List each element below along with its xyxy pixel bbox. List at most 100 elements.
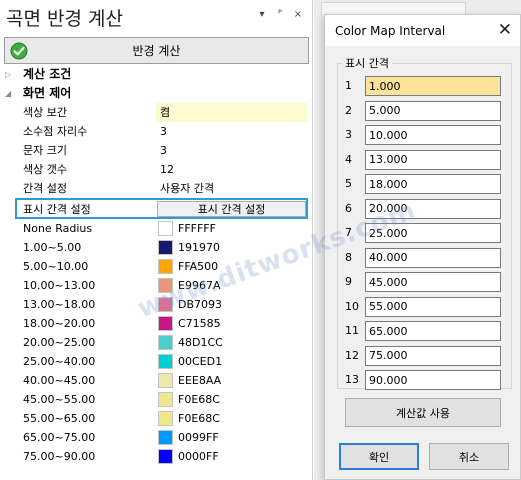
interval-input[interactable] [365, 100, 501, 121]
color-row[interactable]: 18.00~20.00 C71585 [0, 314, 313, 333]
property-row[interactable]: 간격 설정 사용자 간격 [0, 179, 313, 198]
color-hex-value[interactable]: 00CED1 [156, 352, 307, 371]
expand-triangle-icon[interactable]: ▷ [5, 65, 11, 84]
color-row[interactable]: 65.00~75.00 0099FF [0, 428, 313, 447]
property-value[interactable]: 사용자 간격 [156, 179, 307, 198]
color-row[interactable]: 45.00~55.00 F0E68C [0, 390, 313, 409]
interval-row: 6 [339, 198, 509, 219]
close-icon[interactable]: × [291, 9, 305, 20]
color-row[interactable]: 20.00~25.00 48D1CC [0, 333, 313, 352]
color-hex-value[interactable]: FFFFFF [156, 219, 307, 238]
color-range-label: 20.00~25.00 [23, 336, 96, 349]
color-hex-value[interactable]: F0E68C [156, 409, 307, 428]
interval-index: 5 [345, 177, 352, 190]
interval-index: 6 [345, 201, 352, 215]
color-hex-value[interactable]: EEE8AA [156, 371, 307, 390]
interval-input[interactable] [365, 223, 501, 243]
color-hex-value[interactable]: C71585 [156, 314, 307, 333]
pin-icon[interactable]: ᴾ [273, 9, 287, 20]
color-row[interactable]: 55.00~65.00 F0E68C [0, 409, 313, 428]
color-hex-value[interactable]: DB7093 [156, 295, 307, 314]
interval-input[interactable] [365, 76, 501, 96]
dialog-titlebar: Color Map Interval ✕ [325, 15, 520, 46]
color-range-label: 13.00~18.00 [23, 298, 96, 311]
group-surface-control[interactable]: ◢ 화면 제어 [0, 84, 313, 103]
color-rows: None Radius FFFFFF 1.00~5.00 191970 5.00~10.… [0, 219, 313, 466]
interval-input[interactable] [365, 272, 501, 292]
color-map-interval-dialog: Color Map Interval ✕ 표시 간격 1234567891011… [324, 14, 521, 480]
color-hex-value[interactable]: 191970 [156, 238, 307, 257]
interval-index: 3 [345, 128, 352, 141]
interval-input[interactable] [365, 321, 501, 341]
color-hex-value[interactable]: FFA500 [156, 257, 307, 276]
color-range-label: 40.00~45.00 [23, 374, 96, 387]
group-label: 화면 제어 [23, 86, 72, 100]
interval-row: 7 [339, 223, 509, 243]
property-row[interactable]: 문자 크기 3 [0, 141, 313, 160]
interval-index: 12 [345, 348, 359, 362]
property-key: 문자 크기 [23, 144, 67, 157]
color-row[interactable]: 75.00~90.00 0000FF [0, 447, 313, 466]
ok-button[interactable]: 확인 [339, 443, 419, 470]
color-hex-value[interactable]: 0099FF [156, 428, 307, 447]
dialog-title: Color Map Interval [335, 24, 446, 38]
property-value[interactable]: 3 [156, 122, 307, 141]
property-value[interactable]: 켬 [156, 103, 307, 122]
property-panel: 곡면 반경 계산 ▾ ᴾ × 반경 계산 ▷ 계산 조건 ◢ 화면 제어 색상 … [0, 0, 313, 480]
panel-header: 곡면 반경 계산 ▾ ᴾ × [0, 0, 313, 34]
interval-index: 4 [345, 152, 352, 166]
color-hex-value[interactable]: F0E68C [156, 390, 307, 409]
interval-input[interactable] [365, 247, 501, 268]
color-hex-value[interactable]: 48D1CC [156, 333, 307, 352]
color-row[interactable]: 13.00~18.00 DB7093 [0, 295, 313, 314]
interval-input[interactable] [365, 174, 501, 194]
interval-input[interactable] [365, 198, 501, 219]
property-key: 간격 설정 [23, 182, 67, 195]
interval-row: 5 [339, 174, 509, 194]
interval-index: 11 [345, 324, 359, 337]
interval-input[interactable] [365, 125, 501, 145]
color-row[interactable]: None Radius FFFFFF [0, 219, 313, 238]
color-range-label: 75.00~90.00 [23, 450, 96, 463]
interval-index: 2 [345, 103, 352, 117]
property-row[interactable]: 소수점 자리수 3 [0, 122, 313, 141]
interval-index: 10 [345, 299, 359, 313]
color-range-label: 65.00~75.00 [23, 431, 96, 444]
property-value[interactable]: 12 [156, 160, 307, 179]
interval-input[interactable] [365, 296, 501, 317]
color-range-label: 25.00~40.00 [23, 355, 96, 368]
color-row[interactable]: 25.00~40.00 00CED1 [0, 352, 313, 371]
color-range-label: 55.00~65.00 [23, 412, 96, 425]
color-hex-value[interactable]: E9967A [156, 276, 307, 295]
color-hex-value[interactable]: 0000FF [156, 447, 307, 466]
interval-index: 13 [345, 373, 359, 386]
interval-setting-button[interactable]: 표시 간격 설정 [157, 201, 306, 217]
property-row[interactable]: 색상 보간 켬 [0, 103, 313, 122]
interval-row: 2 [339, 100, 509, 121]
collapse-triangle-icon[interactable]: ◢ [5, 84, 11, 103]
interval-input[interactable] [365, 370, 501, 390]
group-label: 표시 간격 [342, 55, 392, 71]
interval-input[interactable] [365, 345, 501, 366]
group-label: 계산 조건 [23, 67, 72, 81]
panel-title: 곡면 반경 계산 [6, 8, 123, 30]
group-calc-conditions[interactable]: ▷ 계산 조건 [0, 65, 313, 84]
property-grid: ▷ 계산 조건 ◢ 화면 제어 색상 보간 켬 소수점 자리수 3 문자 크기 … [0, 65, 313, 466]
cancel-button[interactable]: 취소 [429, 443, 509, 470]
calc-radius-button[interactable]: 반경 계산 [4, 37, 309, 64]
selected-property-row[interactable]: 표시 간격 설정 표시 간격 설정 [15, 198, 308, 219]
interval-input[interactable] [365, 149, 501, 170]
property-row[interactable]: 색상 갯수 12 [0, 160, 313, 179]
interval-row: 3 [339, 125, 509, 145]
color-row[interactable]: 5.00~10.00 FFA500 [0, 257, 313, 276]
color-row[interactable]: 10.00~13.00 E9967A [0, 276, 313, 295]
color-row[interactable]: 1.00~5.00 191970 [0, 238, 313, 257]
close-icon[interactable]: ✕ [498, 20, 512, 40]
property-value[interactable]: 3 [156, 141, 307, 160]
dropdown-icon[interactable]: ▾ [255, 9, 269, 20]
color-range-label: 5.00~10.00 [23, 260, 89, 273]
interval-row: 12 [339, 345, 509, 366]
use-calculated-button[interactable]: 계산값 사용 [345, 398, 501, 427]
interval-row: 9 [339, 272, 509, 292]
color-row[interactable]: 40.00~45.00 EEE8AA [0, 371, 313, 390]
